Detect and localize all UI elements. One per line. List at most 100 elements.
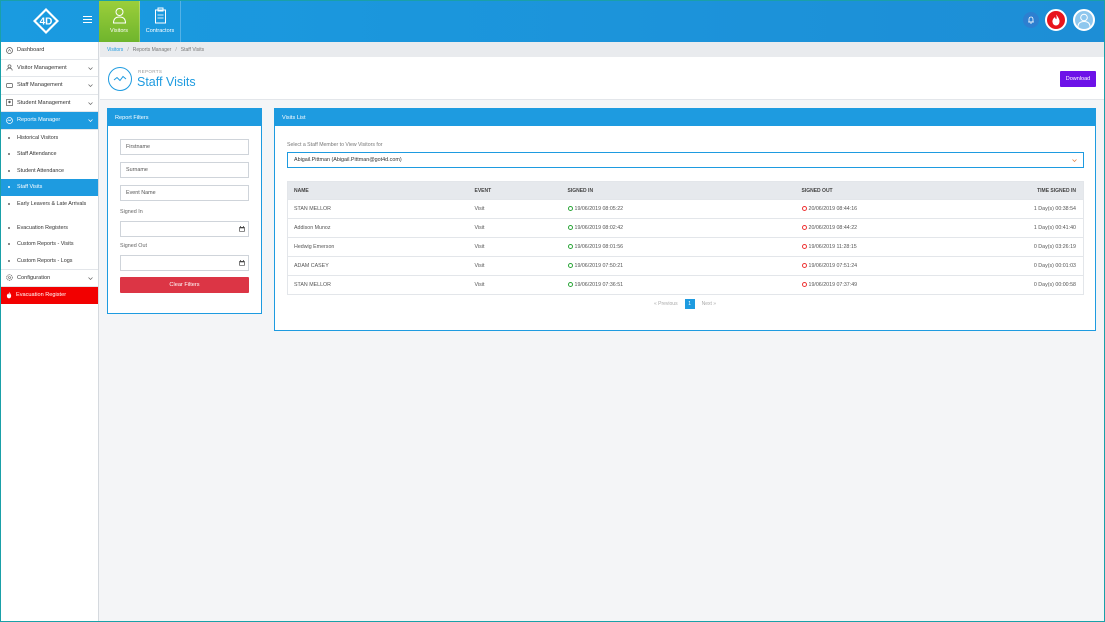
- visits-list-panel: Visits List Select a Staff Member to Vie…: [274, 108, 1096, 331]
- table-row[interactable]: STAN MELLOR Visit 19/06/2019 07:36:51 19…: [287, 275, 1084, 295]
- table-row[interactable]: ADAM CASEY Visit 19/06/2019 07:50:21 19/…: [287, 256, 1084, 276]
- cell-event: Visit: [468, 199, 562, 219]
- pagination-next[interactable]: Next »: [702, 301, 716, 307]
- signed-out-date-input[interactable]: [120, 255, 249, 271]
- sidebar-item-reports-manager[interactable]: Reports Manager: [0, 112, 98, 130]
- visitor-icon: [112, 8, 126, 24]
- bell-icon[interactable]: [1023, 12, 1039, 28]
- cell-name: ADAM CASEY: [287, 256, 469, 276]
- evacuation-alert-button[interactable]: [1045, 9, 1067, 31]
- chevron-down-icon: [1072, 158, 1077, 163]
- cell-name: Hedwig Emerson: [287, 237, 469, 257]
- sidebar-subitem-evacuation-registers[interactable]: Evacuation Registers: [0, 220, 98, 237]
- surname-input[interactable]: Surname: [120, 162, 249, 178]
- staff-select-label: Select a Staff Member to View Visitors f…: [287, 142, 383, 148]
- sign-in-icon: [567, 263, 573, 268]
- cell-name: STAN MELLOR: [287, 199, 469, 219]
- menu-toggle-icon[interactable]: [83, 15, 92, 26]
- user-avatar[interactable]: [1073, 9, 1095, 31]
- clear-filters-button[interactable]: Clear Filters: [120, 277, 249, 293]
- col-signed-in[interactable]: SIGNED IN: [561, 181, 796, 200]
- sidebar-subitem-label: Early Leavers & Late Arrivals: [17, 200, 87, 207]
- nav-visitors[interactable]: Visitors: [99, 0, 140, 42]
- sidebar-item-staff-management[interactable]: Staff Management: [0, 77, 98, 95]
- pagination-previous[interactable]: « Previous: [654, 301, 678, 307]
- sidebar-item-configuration[interactable]: Configuration: [0, 269, 98, 287]
- sign-out-icon: [801, 225, 807, 230]
- sidebar-item-label: Dashboard: [17, 47, 45, 54]
- calendar-icon[interactable]: [239, 226, 245, 232]
- table-row[interactable]: Hedwig Emerson Visit 19/06/2019 08:01:56…: [287, 237, 1084, 257]
- chevron-down-icon: [88, 83, 93, 88]
- sidebar-item-dashboard[interactable]: Dashboard: [0, 42, 98, 60]
- cell-event: Visit: [468, 237, 562, 257]
- sidebar-item-student-management[interactable]: Student Management: [0, 95, 98, 112]
- sidebar-subitem-label: Historical Visitors: [17, 134, 59, 141]
- sidebar-subitem-student-attendance[interactable]: Student Attendance: [0, 163, 98, 180]
- cell-event: Visit: [468, 256, 562, 276]
- cell-signed-out: 20/06/2019 08:44:22: [795, 218, 956, 238]
- top-bar: 4D Visitors Contractors: [0, 0, 1105, 42]
- chevron-down-icon: [88, 66, 93, 71]
- home-icon: [6, 46, 13, 54]
- sidebar-item-visitor-management[interactable]: Visitor Management: [0, 60, 98, 77]
- sign-out-icon: [801, 244, 807, 249]
- sidebar-subitem-staff-attendance[interactable]: Staff Attendance: [0, 146, 98, 163]
- breadcrumb: Visitors / Reports Manager / Staff Visit…: [100, 42, 1105, 57]
- avatar-user-icon: [1077, 13, 1091, 28]
- reports-chart-icon: [108, 67, 132, 91]
- breadcrumb-staff-visits: Staff Visits: [180, 46, 205, 53]
- download-button[interactable]: Download: [1060, 71, 1096, 87]
- brand-logo[interactable]: 4D: [32, 7, 60, 35]
- page-header: REPORTS Staff Visits Download: [100, 57, 1105, 100]
- sidebar-subitem-custom-reports-visits[interactable]: Custom Reports - Visits: [0, 236, 98, 253]
- sign-out-icon: [801, 206, 807, 211]
- pagination-page-1[interactable]: 1: [684, 299, 695, 309]
- cell-time-signed-in: 0 Day(s) 03:26:19: [955, 237, 1084, 257]
- flame-icon: [1052, 14, 1060, 26]
- col-event[interactable]: EVENT: [468, 181, 562, 200]
- sign-in-icon: [567, 225, 573, 230]
- sidebar-item-label: Student Management: [17, 99, 71, 106]
- sign-out-icon: [801, 263, 807, 268]
- clipboard-icon: [154, 7, 166, 24]
- breadcrumb-visitors[interactable]: Visitors: [107, 47, 123, 53]
- table-row[interactable]: Addison Munoz Visit 19/06/2019 08:02:42 …: [287, 218, 1084, 238]
- calendar-icon[interactable]: [239, 260, 245, 266]
- flame-icon: [6, 291, 12, 299]
- visits-list-title: Visits List: [275, 109, 1095, 126]
- sidebar-subitem-custom-reports-logs[interactable]: Custom Reports - Logs: [0, 253, 98, 270]
- col-name[interactable]: NAME: [287, 181, 469, 200]
- chevron-down-icon: [88, 101, 93, 106]
- sidebar-item-label: Reports Manager: [17, 117, 61, 124]
- firstname-input[interactable]: Firstname: [120, 139, 249, 155]
- breadcrumb-reports-manager[interactable]: Reports Manager: [133, 47, 172, 53]
- nav-contractors[interactable]: Contractors: [140, 0, 181, 42]
- page-title: Staff Visits: [137, 75, 196, 89]
- sidebar: Dashboard Visitor Management Staff Manag…: [0, 42, 99, 622]
- sidebar-subitem-label: Staff Visits: [17, 184, 43, 191]
- col-time-signed-in[interactable]: TIME SIGNED IN: [955, 181, 1084, 200]
- sidebar-subitem-label: Student Attendance: [17, 167, 65, 174]
- sidebar-subitem-historical-visitors[interactable]: Historical Visitors: [0, 130, 98, 147]
- sidebar-subitem-staff-visits[interactable]: Staff Visits: [0, 179, 98, 196]
- sidebar-subitem-label: Evacuation Registers: [17, 224, 68, 231]
- table-row[interactable]: STAN MELLOR Visit 19/06/2019 08:05:22 20…: [287, 199, 1084, 219]
- logo-text: 4D: [40, 17, 53, 28]
- top-nav: Visitors Contractors: [99, 0, 181, 42]
- reports-icon: [6, 116, 13, 124]
- sidebar-subitem-early-leavers[interactable]: Early Leavers & Late Arrivals: [0, 196, 98, 220]
- page-subtitle: REPORTS: [138, 69, 163, 74]
- chevron-down-icon: [88, 276, 93, 281]
- col-signed-out[interactable]: SIGNED OUT: [795, 181, 956, 200]
- cell-signed-out: 20/06/2019 08:44:16: [795, 199, 956, 219]
- signed-in-date-input[interactable]: [120, 221, 249, 237]
- report-filters-panel: Report Filters Firstname Surname Event N…: [107, 108, 262, 314]
- event-name-input[interactable]: Event Name: [120, 185, 249, 201]
- staff-select-value: Abigail.Pittman (Abigail.Pittman@got4d.c…: [294, 157, 402, 163]
- top-actions: [1023, 9, 1095, 31]
- staff-member-select[interactable]: Abigail.Pittman (Abigail.Pittman@got4d.c…: [287, 152, 1084, 168]
- cell-time-signed-in: 1 Day(s) 00:41:40: [955, 218, 1084, 238]
- cell-signed-in: 19/06/2019 07:50:21: [561, 256, 796, 276]
- sidebar-item-evacuation-register[interactable]: Evacuation Register: [0, 286, 98, 304]
